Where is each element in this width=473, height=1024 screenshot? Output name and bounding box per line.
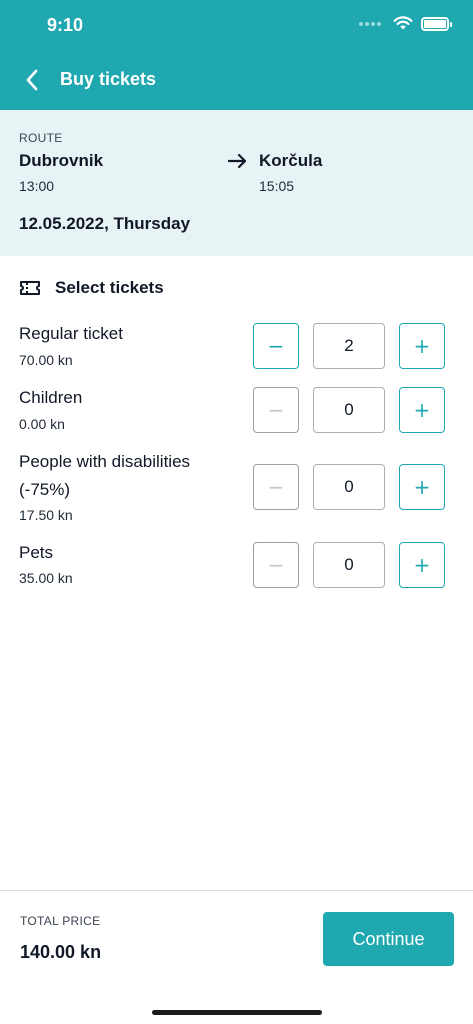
wifi-icon [393, 16, 413, 30]
route-summary: ROUTE Dubrovnik 13:00 Korčula 15:05 12.0… [0, 110, 473, 256]
increment-button[interactable]: + [399, 542, 445, 588]
departure-time: 13:00 [19, 178, 55, 194]
quantity-field[interactable]: 0 [313, 542, 385, 588]
quantity-stepper: − 0 + [253, 542, 445, 588]
arrow-right-icon [228, 153, 247, 169]
departure-city: Dubrovnik [19, 151, 104, 170]
decrement-button[interactable]: − [253, 323, 299, 369]
page-title: Buy tickets [60, 69, 157, 89]
travel-date: 12.05.2022, Thursday [19, 214, 191, 233]
status-time: 9:10 [47, 15, 84, 35]
chevron-left-icon [26, 69, 38, 91]
back-button[interactable] [18, 66, 46, 94]
ticket-price: 17.50 kn [19, 507, 73, 523]
increment-button[interactable]: + [399, 464, 445, 510]
quantity-field[interactable]: 0 [313, 387, 385, 433]
total-price-label: TOTAL PRICE [20, 914, 101, 928]
ticket-name: People with disabilities [19, 452, 191, 471]
increment-button[interactable]: + [399, 387, 445, 433]
battery-icon [421, 16, 452, 31]
section-title: Select tickets [55, 278, 164, 297]
ticket-discount: (-75%) [19, 480, 71, 499]
quantity-field[interactable]: 0 [313, 464, 385, 510]
checkout-footer: TOTAL PRICE 140.00 kn Continue [0, 890, 473, 1024]
ticket-price: 70.00 kn [19, 352, 73, 368]
ticket-price: 35.00 kn [19, 570, 73, 586]
home-indicator[interactable] [152, 1010, 322, 1015]
total-price-value: 140.00 kn [20, 942, 102, 962]
status-icons [359, 16, 452, 31]
quantity-stepper: − 0 + [253, 464, 445, 510]
quantity-stepper: − 2 + [253, 323, 445, 369]
decrement-button[interactable]: − [253, 464, 299, 510]
route-label: ROUTE [19, 131, 63, 145]
app-header: 9:10 Buy tickets [0, 0, 473, 110]
signal-icon [359, 21, 381, 26]
ticket-name: Regular ticket [19, 324, 123, 343]
decrement-button[interactable]: − [253, 542, 299, 588]
arrival-city: Korčula [259, 151, 323, 170]
arrival-time: 15:05 [259, 178, 295, 194]
increment-button[interactable]: + [399, 323, 445, 369]
ticket-name: Children [19, 388, 83, 407]
ticket-price: 0.00 kn [19, 416, 65, 432]
ticket-icon [20, 281, 40, 295]
ticket-name: Pets [19, 543, 54, 562]
tickets-section-header: Select tickets [19, 277, 164, 299]
decrement-button[interactable]: − [253, 387, 299, 433]
quantity-stepper: − 0 + [253, 387, 445, 433]
quantity-field[interactable]: 2 [313, 323, 385, 369]
continue-button[interactable]: Continue [323, 912, 454, 966]
